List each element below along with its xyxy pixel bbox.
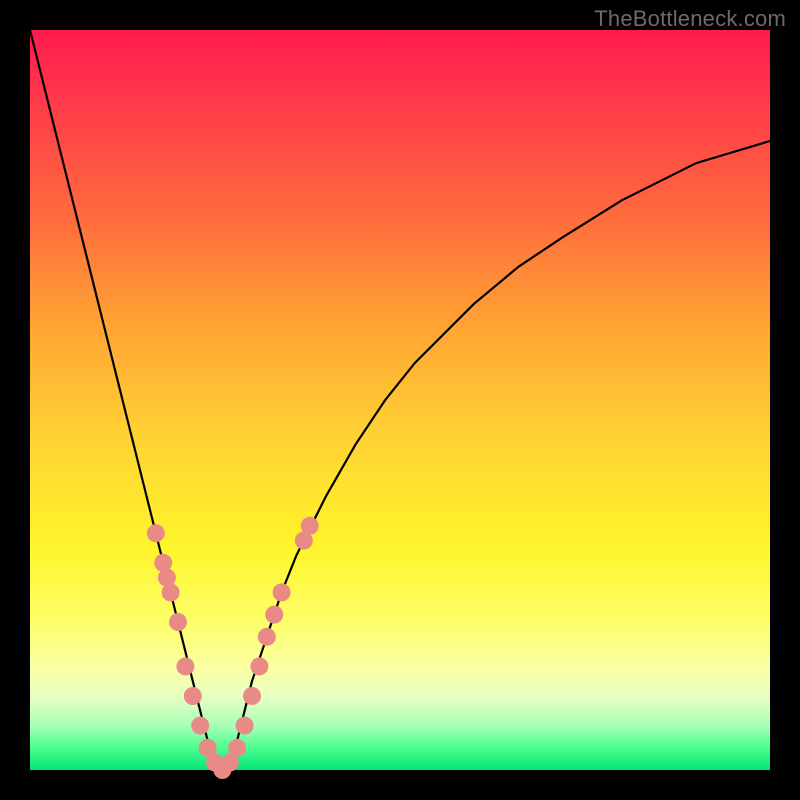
plot-area xyxy=(30,30,770,770)
curve-marker xyxy=(184,687,202,705)
curve-marker xyxy=(258,628,276,646)
curve-marker xyxy=(273,583,291,601)
curve-marker xyxy=(236,717,254,735)
curve-marker xyxy=(250,657,268,675)
curve-marker xyxy=(176,657,194,675)
curve-marker xyxy=(228,739,246,757)
curve-marker xyxy=(191,717,209,735)
watermark-text: TheBottleneck.com xyxy=(594,6,786,32)
curve-marker xyxy=(147,524,165,542)
curve-markers xyxy=(147,517,319,779)
chart-svg xyxy=(30,30,770,770)
curve-marker xyxy=(265,606,283,624)
curve-marker xyxy=(162,583,180,601)
curve-marker xyxy=(243,687,261,705)
curve-marker xyxy=(301,517,319,535)
curve-marker xyxy=(169,613,187,631)
bottleneck-curve xyxy=(30,30,770,770)
